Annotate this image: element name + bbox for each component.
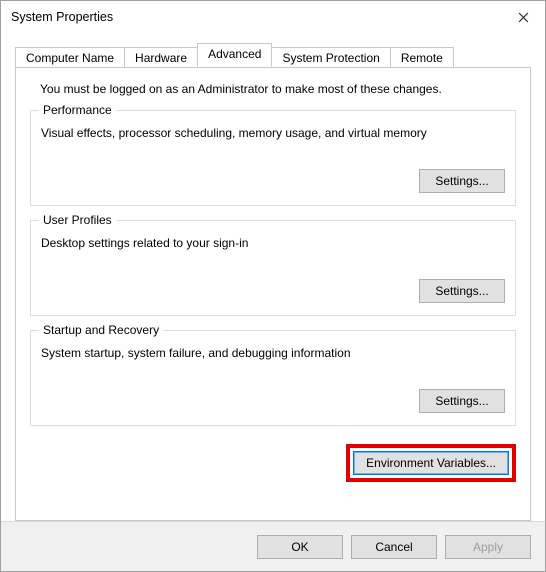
group-performance-buttons: Settings... — [41, 169, 505, 193]
close-button[interactable] — [501, 1, 545, 33]
tab-hardware[interactable]: Hardware — [124, 47, 198, 68]
titlebar: System Properties — [1, 1, 545, 33]
group-user-profiles-desc: Desktop settings related to your sign-in — [41, 235, 505, 251]
tab-strip: Computer Name Hardware Advanced System P… — [15, 43, 531, 67]
group-user-profiles-buttons: Settings... — [41, 279, 505, 303]
cancel-button[interactable]: Cancel — [351, 535, 437, 559]
ok-button[interactable]: OK — [257, 535, 343, 559]
group-performance-desc: Visual effects, processor scheduling, me… — [41, 125, 505, 141]
group-performance: Performance Visual effects, processor sc… — [30, 110, 516, 206]
dialog-button-bar: OK Cancel Apply — [1, 521, 545, 571]
env-variables-highlight: Environment Variables... — [346, 444, 516, 482]
tab-computer-name[interactable]: Computer Name — [15, 47, 125, 68]
group-user-profiles: User Profiles Desktop settings related t… — [30, 220, 516, 316]
admin-notice: You must be logged on as an Administrato… — [40, 82, 514, 96]
env-variables-row: Environment Variables... — [30, 444, 516, 482]
group-startup-recovery-legend: Startup and Recovery — [39, 323, 163, 337]
group-startup-recovery-buttons: Settings... — [41, 389, 505, 413]
window-title: System Properties — [11, 10, 501, 24]
group-performance-legend: Performance — [39, 103, 116, 117]
group-startup-recovery: Startup and Recovery System startup, sys… — [30, 330, 516, 426]
group-user-profiles-legend: User Profiles — [39, 213, 116, 227]
environment-variables-button[interactable]: Environment Variables... — [353, 451, 509, 475]
system-properties-window: System Properties Computer Name Hardware… — [0, 0, 546, 572]
tab-system-protection[interactable]: System Protection — [271, 47, 390, 68]
tab-remote[interactable]: Remote — [390, 47, 454, 68]
startup-recovery-settings-button[interactable]: Settings... — [419, 389, 505, 413]
tab-content-advanced: You must be logged on as an Administrato… — [15, 67, 531, 521]
close-icon — [518, 12, 529, 23]
performance-settings-button[interactable]: Settings... — [419, 169, 505, 193]
user-profiles-settings-button[interactable]: Settings... — [419, 279, 505, 303]
apply-button[interactable]: Apply — [445, 535, 531, 559]
tab-advanced[interactable]: Advanced — [197, 43, 272, 67]
group-startup-recovery-desc: System startup, system failure, and debu… — [41, 345, 505, 361]
dialog-body: Computer Name Hardware Advanced System P… — [1, 33, 545, 521]
